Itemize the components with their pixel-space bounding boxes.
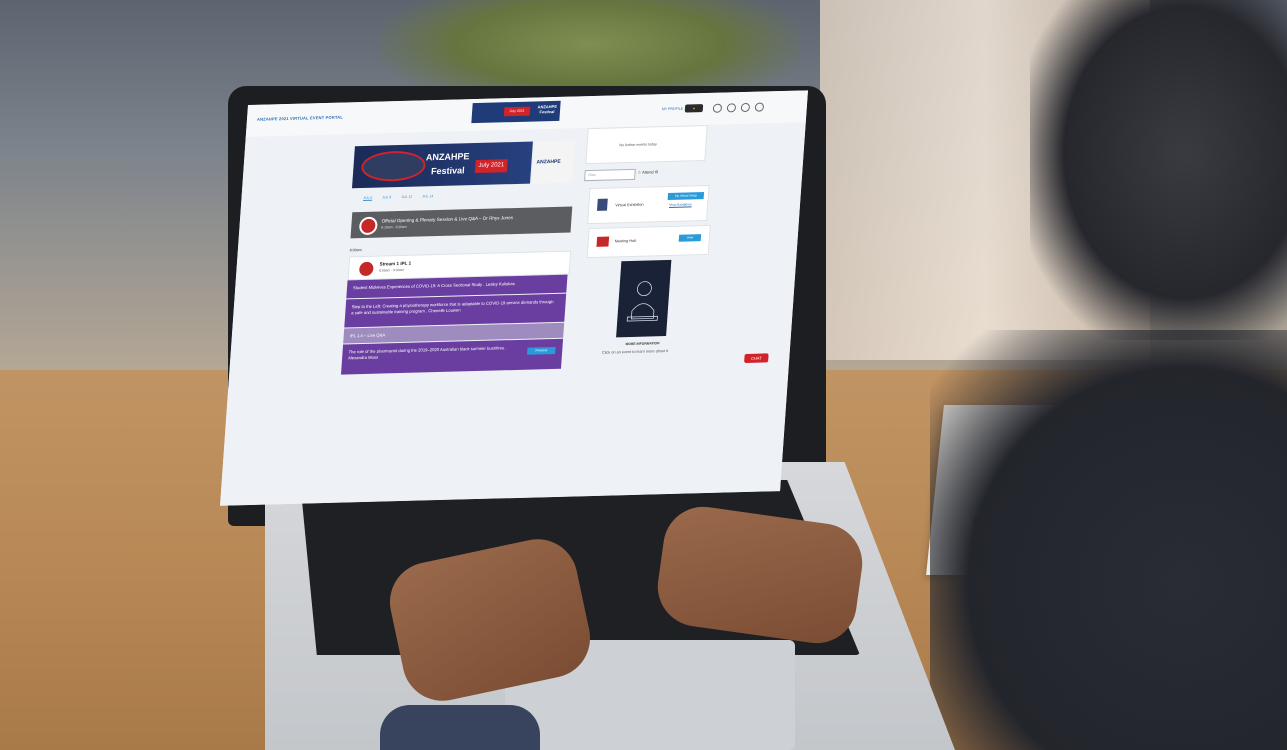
anzahpe-logo: ANZAHPE bbox=[531, 140, 575, 184]
attend-label: Attend bbox=[641, 169, 654, 175]
filter-input[interactable]: Filter bbox=[584, 168, 636, 182]
chat-button[interactable]: CHAT bbox=[744, 353, 769, 364]
toggle-icon[interactable] bbox=[712, 103, 723, 113]
top-banner-date: July 2021 bbox=[503, 106, 531, 117]
virtual-exhibition-label: Virtual Exhibition bbox=[615, 202, 644, 208]
tab-jul-14[interactable]: JUL 14 bbox=[422, 194, 433, 199]
opening-session-title: Official Opening & Plenary Session & Liv… bbox=[381, 215, 514, 224]
top-banner-title: ANZAHPE Festival bbox=[537, 103, 558, 115]
logo-text: ANZAHPE bbox=[536, 158, 561, 166]
preview-button[interactable]: Preview bbox=[527, 346, 556, 355]
session-item-text: Student Midwives Experiences of COVID-19… bbox=[352, 281, 515, 291]
bell-icon[interactable] bbox=[726, 103, 737, 113]
photo-scene: ANZAHPE 2021 VIRTUAL EVENT PORTAL July 2… bbox=[0, 0, 1287, 750]
stream-title: Stream 1 IPL 1 bbox=[379, 260, 412, 267]
meeting-hub-card[interactable]: Meeting Hub View bbox=[586, 224, 711, 259]
meeting-hub-button[interactable]: View bbox=[678, 234, 702, 242]
stream-time: 8:00am - 9:00am bbox=[379, 267, 405, 273]
meeting-hub-label: Meeting Hub bbox=[614, 238, 637, 244]
portal-page: ANZAHPE Festival July 2021 ANZAHPE JUL 6… bbox=[220, 122, 806, 506]
promo-image bbox=[616, 259, 672, 338]
view-exhibitors-link[interactable]: View Exhibitors bbox=[669, 202, 692, 207]
help-icon[interactable] bbox=[740, 102, 751, 113]
person-head-with-headphones bbox=[1030, 0, 1287, 340]
meeting-hub-icon bbox=[596, 236, 610, 247]
festival-banner: ANZAHPE Festival July 2021 bbox=[351, 141, 533, 189]
tab-jul-6[interactable]: JUL 6 bbox=[363, 195, 373, 201]
my-profile-link[interactable]: MY PROFILE bbox=[662, 107, 683, 112]
person-body bbox=[930, 330, 1287, 750]
session-item-text: IPL 1.4 – Live Q&A bbox=[349, 332, 386, 339]
tab-jul-8[interactable]: JUL 8 bbox=[382, 195, 391, 200]
click-hint-text: Click on an event to learn more about it bbox=[601, 348, 669, 355]
promo-illustration bbox=[626, 281, 658, 322]
session-item-text: The role of the pharmacist during the 20… bbox=[347, 345, 507, 361]
virtual-exhibition-card[interactable]: Virtual Exhibition My Virtual Swag View … bbox=[587, 184, 710, 225]
session-item[interactable]: The role of the pharmacist during the 20… bbox=[340, 338, 564, 375]
portal-title: ANZAHPE 2021 VIRTUAL EVENT PORTAL bbox=[256, 114, 344, 122]
laptop-screen: ANZAHPE 2021 VIRTUAL EVENT PORTAL July 2… bbox=[220, 90, 808, 506]
attend-filter[interactable]: ☆ Attend ⚙ bbox=[637, 169, 658, 175]
more-information-label: MORE INFORMATION bbox=[625, 341, 660, 347]
no-events-text: No further events today bbox=[619, 142, 658, 148]
banner-title: ANZAHPE bbox=[425, 151, 470, 163]
date-tabs: JUL 6 JUL 8 JUL 12 JUL 14 bbox=[363, 194, 433, 201]
exhibition-icon bbox=[596, 198, 608, 211]
session-item[interactable]: Step to the Left: Creating a physiothera… bbox=[344, 293, 567, 328]
banner-subtitle: Festival bbox=[430, 165, 465, 177]
session-video-icon bbox=[358, 216, 378, 236]
shirt-sleeve bbox=[380, 705, 540, 750]
opening-session[interactable]: Official Opening & Plenary Session & Liv… bbox=[350, 206, 573, 239]
time-label: 8:00am bbox=[349, 248, 362, 253]
no-events-card: No further events today bbox=[585, 124, 708, 165]
tab-jul-12[interactable]: JUL 12 bbox=[401, 195, 412, 200]
my-virtual-swag-button[interactable]: My Virtual Swag bbox=[667, 192, 705, 201]
opening-session-time: 8:10am - 9:20am bbox=[381, 224, 407, 230]
banner-logo-oval bbox=[360, 150, 427, 183]
sessions-badge[interactable]: ★ bbox=[684, 104, 704, 113]
top-banner: July 2021 ANZAHPE Festival bbox=[471, 100, 561, 124]
banner-date: July 2021 bbox=[474, 159, 508, 174]
session-item-text: Step to the Left: Creating a physiothera… bbox=[351, 298, 554, 316]
user-icon[interactable] bbox=[754, 102, 765, 112]
stream-video-icon bbox=[356, 259, 376, 279]
